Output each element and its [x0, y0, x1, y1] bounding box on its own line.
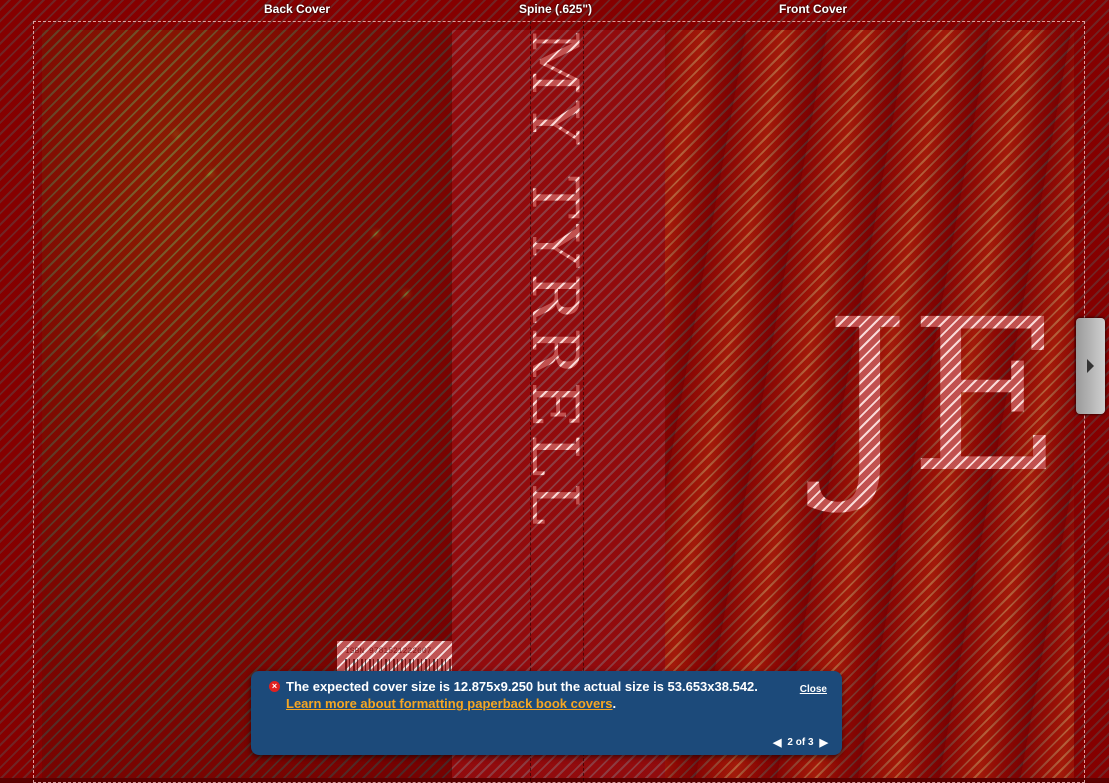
background-speck — [372, 230, 380, 238]
front-title: JEF — [825, 274, 1074, 519]
background-speck — [207, 170, 215, 178]
notice-pager: ◀ 2 of 3 ▶ — [773, 736, 828, 749]
pager-count: 2 of 3 — [787, 737, 814, 748]
next-page-handle[interactable] — [1076, 318, 1105, 414]
notice-period: . — [612, 696, 617, 711]
spine-guide-right — [583, 21, 584, 781]
arrow-right-icon[interactable]: ▶ — [820, 736, 828, 749]
cover-preview: ISBN 9781521222607 90000 MY TYRRELL JEF — [42, 30, 1074, 778]
back-cover-label: Back Cover — [264, 2, 331, 16]
error-notification: × The expected cover size is 12.875x9.25… — [251, 671, 842, 755]
spine-label: Spine (.625") — [519, 2, 593, 16]
notice-message-text: The expected cover size is 12.875x9.250 … — [286, 679, 758, 694]
error-x-icon: × — [269, 681, 280, 692]
formatting-help-link[interactable]: Learn more about formatting paperback bo… — [286, 696, 613, 711]
spine-title-text: MY TYRRELL — [517, 30, 591, 532]
background-speck — [402, 290, 410, 298]
front-cover-label: Front Cover — [779, 2, 848, 16]
notice-message: The expected cover size is 12.875x9.250 … — [286, 678, 776, 712]
arrow-left-icon[interactable]: ◀ — [773, 736, 781, 749]
front-cover-panel: JEF — [665, 30, 1074, 778]
background-speck — [172, 130, 180, 138]
background-speck — [97, 330, 105, 338]
isbn-text: ISBN 9781521222607 — [345, 647, 432, 656]
spine-panel: MY TYRRELL — [452, 30, 665, 778]
spine-guide-left — [530, 21, 531, 781]
back-cover-panel: ISBN 9781521222607 90000 — [42, 30, 512, 778]
close-button[interactable]: Close — [800, 684, 827, 695]
